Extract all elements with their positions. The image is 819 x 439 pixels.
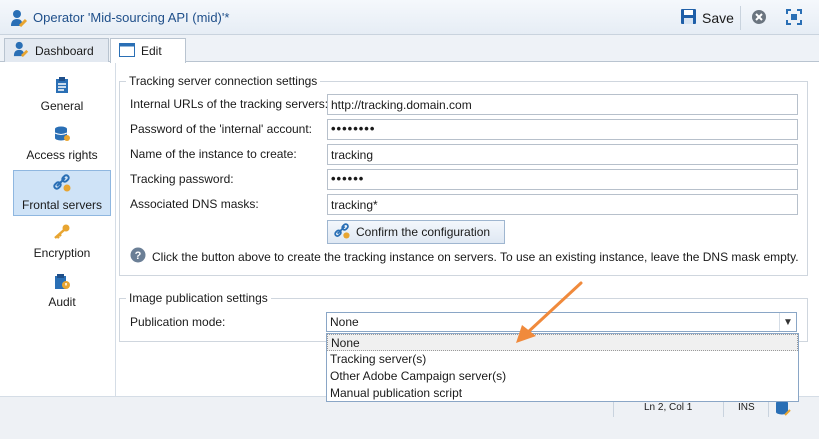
clipboard-icon (55, 77, 69, 96)
field-label: Publication mode: (130, 315, 226, 329)
sidebar-item-label: Encryption (33, 246, 91, 260)
sidebar: General Access rights Frontal servers En… (0, 62, 116, 396)
window-icon (119, 42, 135, 60)
tab-dashboard[interactable]: Dashboard (4, 38, 109, 62)
option-manual-script[interactable]: Manual publication script (327, 385, 798, 402)
key-icon (53, 224, 71, 243)
help-text: Click the button above to create the tra… (152, 249, 799, 264)
svg-text:?: ? (135, 250, 142, 262)
field-label: Internal URLs of the tracking servers: (130, 97, 329, 111)
database-icon (54, 126, 70, 145)
button-label: Confirm the configuration (356, 225, 491, 239)
field-label: Tracking password: (130, 172, 234, 186)
tab-edit[interactable]: Edit (110, 38, 186, 63)
linked-servers-icon (334, 222, 350, 242)
option-none[interactable]: None (327, 334, 798, 351)
internal-urls-input[interactable] (327, 94, 798, 115)
sidebar-item-encryption[interactable]: Encryption (13, 219, 111, 265)
publication-mode-select[interactable]: None ▼ (326, 312, 797, 332)
tab-strip: Dashboard Edit (0, 35, 819, 63)
select-value: None (330, 315, 359, 329)
title-bar: Operator 'Mid-sourcing API (mid)'* Save (0, 0, 819, 35)
tab-label: Dashboard (35, 43, 94, 58)
operator-icon (10, 9, 28, 30)
sidebar-item-access-rights[interactable]: Access rights (13, 121, 111, 167)
maximize-icon[interactable] (786, 9, 802, 28)
field-label: Associated DNS masks: (130, 197, 259, 211)
internal-password-field[interactable]: •••••••• (327, 119, 798, 140)
group-title: Image publication settings (126, 291, 271, 305)
toolbar-separator (740, 6, 741, 30)
confirm-configuration-button[interactable]: Confirm the configuration (327, 220, 505, 244)
help-row: ? Click the button above to create the t… (130, 247, 799, 266)
floppy-disk-icon (680, 8, 697, 28)
tracking-password-field[interactable]: •••••• (327, 169, 798, 190)
sidebar-item-frontal-servers[interactable]: Frontal servers (13, 170, 111, 216)
window-title: Operator 'Mid-sourcing API (mid)'* (33, 10, 230, 25)
save-label: Save (702, 10, 734, 26)
dns-masks-input[interactable] (327, 194, 798, 215)
audit-icon (54, 273, 70, 292)
sidebar-item-general[interactable]: General (13, 72, 111, 118)
instance-name-input[interactable] (327, 144, 798, 165)
option-other-campaign-servers[interactable]: Other Adobe Campaign server(s) (327, 368, 798, 385)
close-icon[interactable] (751, 9, 767, 28)
status-bar: Ln 2, Col 1 INS (0, 396, 819, 439)
sidebar-item-label: Access rights (26, 148, 98, 162)
sidebar-item-label: Audit (48, 295, 76, 309)
linked-servers-icon (53, 174, 71, 195)
sidebar-item-label: General (40, 99, 84, 113)
option-tracking-servers[interactable]: Tracking server(s) (327, 351, 798, 368)
sidebar-item-audit[interactable]: Audit (13, 268, 111, 314)
field-label: Password of the 'internal' account: (130, 122, 313, 136)
tracking-settings-group: Tracking server connection settings Inte… (119, 74, 808, 276)
sidebar-item-label: Frontal servers (21, 198, 103, 212)
save-button[interactable]: Save (680, 8, 734, 28)
operator-icon (13, 41, 29, 60)
field-label: Name of the instance to create: (130, 147, 297, 161)
chevron-down-icon[interactable]: ▼ (779, 313, 796, 331)
question-icon: ? (130, 247, 146, 266)
publication-mode-dropdown: None Tracking server(s) Other Adobe Camp… (326, 333, 799, 402)
tab-label: Edit (141, 44, 162, 58)
group-title: Tracking server connection settings (126, 74, 321, 88)
